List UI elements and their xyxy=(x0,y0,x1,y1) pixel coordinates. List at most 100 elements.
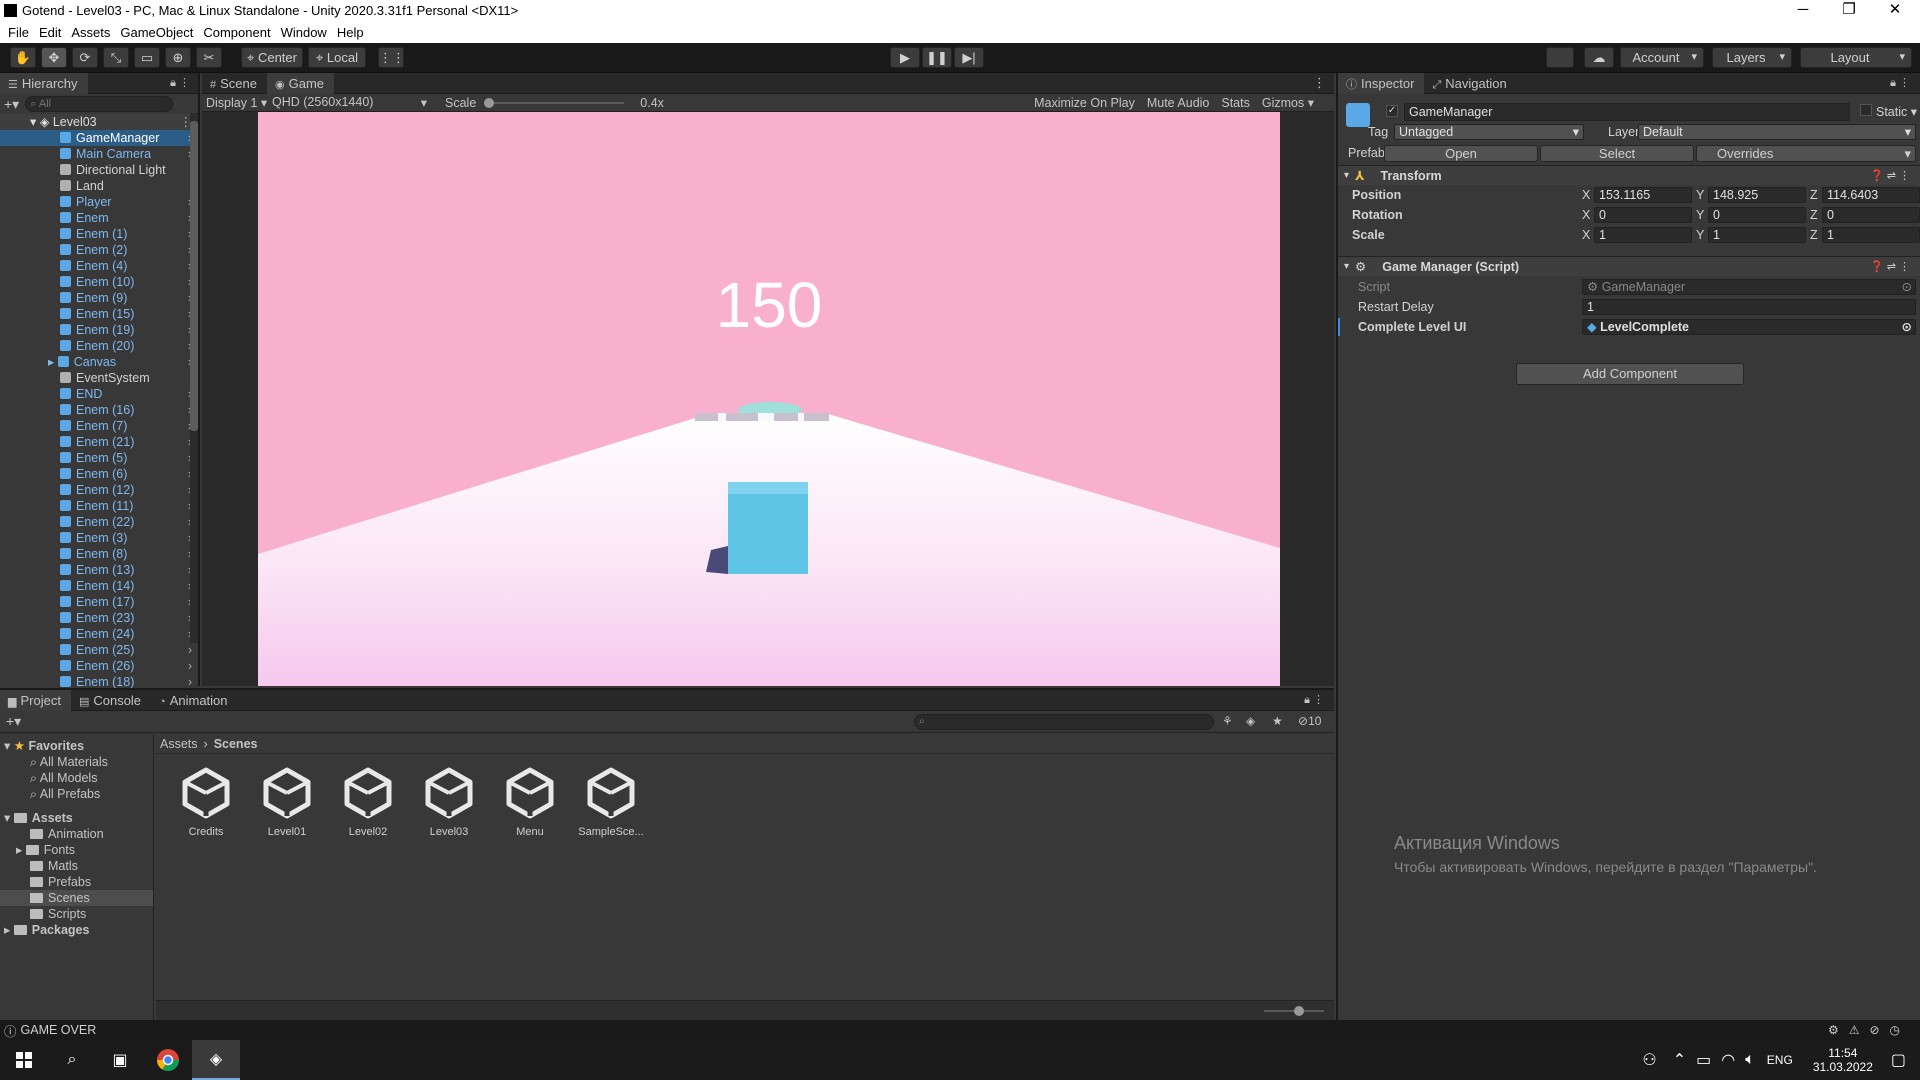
hierarchy-search-input[interactable]: ⌕ All xyxy=(25,96,174,112)
axis-y-label[interactable]: Y xyxy=(1696,208,1704,222)
component-help-icon[interactable]: ❓ ⇌ ⋮ xyxy=(1870,169,1910,182)
icon-size-slider-thumb[interactable] xyxy=(1294,1006,1304,1016)
hierarchy-item[interactable]: Player› xyxy=(0,194,198,210)
transform-tool-icon[interactable]: ⊕ xyxy=(165,47,191,68)
tab-animation[interactable]: ◔ Animation xyxy=(151,690,237,711)
hierarchy-item[interactable]: Enem (5)› xyxy=(0,450,198,466)
play-button[interactable]: ▶ xyxy=(890,47,920,68)
axis-z-label[interactable]: Z xyxy=(1810,208,1818,222)
hierarchy-item[interactable]: Enem› xyxy=(0,210,198,226)
active-checkbox[interactable]: ✓ xyxy=(1386,105,1398,117)
grid-snap-icon[interactable]: ⋮⋮ xyxy=(378,47,405,68)
hierarchy-item[interactable]: Enem (20)› xyxy=(0,338,198,354)
menu-window[interactable]: Window xyxy=(281,25,327,40)
favorites-header[interactable]: ▾ ★ Favorites xyxy=(0,738,153,754)
status-icons[interactable]: ⚙⚠⊘◷ xyxy=(1828,1023,1910,1037)
add-object-icon[interactable]: +▾ xyxy=(4,96,19,113)
asset-folder-item[interactable]: Scenes xyxy=(0,890,153,906)
menu-component[interactable]: Component xyxy=(203,25,270,40)
scale-tool-icon[interactable]: ⤡ xyxy=(103,47,129,68)
open-prefab-chevron-icon[interactable]: › xyxy=(188,658,192,674)
scene-asset[interactable]: Level03 xyxy=(411,766,487,838)
wifi-icon[interactable]: ◠ xyxy=(1721,1050,1735,1070)
hierarchy-item[interactable]: Enem (26) › xyxy=(0,658,198,674)
hierarchy-item[interactable]: Enem (25) › xyxy=(0,642,198,658)
hierarchy-item[interactable]: Enem (17)› xyxy=(0,594,198,610)
axis-y-label[interactable]: Y xyxy=(1696,228,1704,242)
tag-dropdown[interactable]: Untagged ▾ xyxy=(1394,124,1584,140)
favorites-star-icon[interactable]: ★ xyxy=(1272,714,1283,728)
cloud-icon[interactable]: ☁ xyxy=(1584,47,1614,68)
static-dropdown[interactable]: Static ▾ xyxy=(1876,104,1917,119)
stats-toggle[interactable]: Stats xyxy=(1215,96,1256,110)
task-view-icon[interactable]: ▣ xyxy=(96,1040,144,1080)
scene-asset[interactable]: Menu xyxy=(492,766,568,838)
tab-project[interactable]: ▆ Project xyxy=(0,689,71,711)
hierarchy-item[interactable]: Enem (9)› xyxy=(0,290,198,306)
hierarchy-item[interactable]: Main Camera› xyxy=(0,146,198,162)
transform-x-field[interactable]: 153.1165 xyxy=(1594,187,1692,203)
battery-icon[interactable]: ▭ xyxy=(1696,1050,1711,1070)
object-picker-icon[interactable]: ⊙ xyxy=(1902,320,1912,334)
axis-z-label[interactable]: Z xyxy=(1810,188,1818,202)
expand-arrow-icon[interactable]: ▸ xyxy=(16,843,26,857)
scene-asset[interactable]: Credits xyxy=(168,766,244,838)
hierarchy-item[interactable]: Enem (3)› xyxy=(0,530,198,546)
transform-y-field[interactable]: 1 xyxy=(1708,227,1806,243)
hierarchy-item[interactable]: ▸ Canvas› xyxy=(0,354,198,370)
asset-folder-item[interactable]: Matls xyxy=(0,858,153,874)
close-button[interactable]: ✕ xyxy=(1872,0,1918,22)
game-menu-icon[interactable]: ⋮ xyxy=(1313,75,1326,91)
hierarchy-item[interactable]: Enem (16)› xyxy=(0,402,198,418)
tab-navigation[interactable]: ⤢ Navigation xyxy=(1424,73,1516,94)
tray-chevron-icon[interactable]: ⌃ xyxy=(1673,1050,1686,1070)
project-search-input[interactable]: ⌕ xyxy=(914,714,1214,730)
lock-icon[interactable]: 🔒︎ ⋮ xyxy=(170,76,190,90)
rect-tool-icon[interactable]: ▭ xyxy=(134,47,160,68)
gizmos-dropdown[interactable]: Gizmos ▾ xyxy=(1256,95,1334,110)
notifications-icon[interactable]: ▢ xyxy=(1891,1050,1906,1070)
expand-arrow-icon[interactable]: ▸ xyxy=(48,355,58,369)
project-lock-icon[interactable]: 🔒︎ ⋮ xyxy=(1304,693,1324,707)
hierarchy-item[interactable]: Enem (11)› xyxy=(0,498,198,514)
component-help-icon[interactable]: ❓ ⇌ ⋮ xyxy=(1870,260,1910,273)
transform-z-field[interactable]: 1 xyxy=(1822,227,1920,243)
assets-header[interactable]: ▾ Assets xyxy=(0,810,153,826)
scale-slider-thumb[interactable] xyxy=(484,97,495,108)
favorite-item[interactable]: ⌕ All Prefabs xyxy=(0,786,153,802)
complete-level-ui-field[interactable]: ◆ LevelComplete ⊙ xyxy=(1582,319,1916,335)
scrollbar-thumb[interactable] xyxy=(190,121,198,431)
transform-y-field[interactable]: 148.925 xyxy=(1708,187,1806,203)
hierarchy-item[interactable]: Enem (19)› xyxy=(0,322,198,338)
prefab-overrides-dropdown[interactable]: Overrides ▾ xyxy=(1696,145,1916,162)
tab-game[interactable]: ◉ Game xyxy=(267,72,335,94)
resolution-dropdown[interactable]: QHD (2560x1440) ▾ xyxy=(272,95,427,110)
open-prefab-chevron-icon[interactable]: › xyxy=(188,642,192,658)
unity-taskbar-icon[interactable]: ◈ xyxy=(192,1040,240,1080)
hierarchy-item[interactable]: Enem (23)› xyxy=(0,610,198,626)
layout-dropdown[interactable]: Layout xyxy=(1800,47,1912,68)
hierarchy-item[interactable]: Land xyxy=(0,178,198,194)
maximize-on-play-toggle[interactable]: Maximize On Play xyxy=(1028,96,1141,110)
custom-tool-icon[interactable]: ✂ xyxy=(196,47,222,68)
pause-button[interactable]: ❚❚ xyxy=(922,47,952,68)
collab-icon[interactable] xyxy=(1546,47,1574,68)
people-icon[interactable]: ⚇ xyxy=(1642,1050,1656,1070)
script-component-header[interactable]: ▾ ⚙ Game Manager (Script) ❓ ⇌ ⋮ xyxy=(1338,256,1920,276)
minimize-button[interactable]: ─ xyxy=(1780,0,1826,22)
search-by-label-icon[interactable]: ◈ xyxy=(1246,714,1255,728)
tab-scene[interactable]: # Scene xyxy=(202,73,267,94)
hierarchy-item[interactable]: Enem (13)› xyxy=(0,562,198,578)
static-checkbox[interactable] xyxy=(1860,104,1872,116)
pivot-local-toggle[interactable]: ⌖ Local xyxy=(308,47,366,68)
hierarchy-item[interactable]: Enem (2)› xyxy=(0,242,198,258)
mute-audio-toggle[interactable]: Mute Audio xyxy=(1141,96,1216,110)
hierarchy-item[interactable]: Enem (8)› xyxy=(0,546,198,562)
create-asset-icon[interactable]: +▾ xyxy=(6,713,21,730)
pivot-center-toggle[interactable]: ⌖ Center xyxy=(241,47,303,68)
menu-help[interactable]: Help xyxy=(337,25,364,40)
transform-x-field[interactable]: 0 xyxy=(1594,207,1692,223)
scale-slider[interactable] xyxy=(484,97,625,108)
axis-x-label[interactable]: X xyxy=(1582,188,1590,202)
axis-z-label[interactable]: Z xyxy=(1810,228,1818,242)
